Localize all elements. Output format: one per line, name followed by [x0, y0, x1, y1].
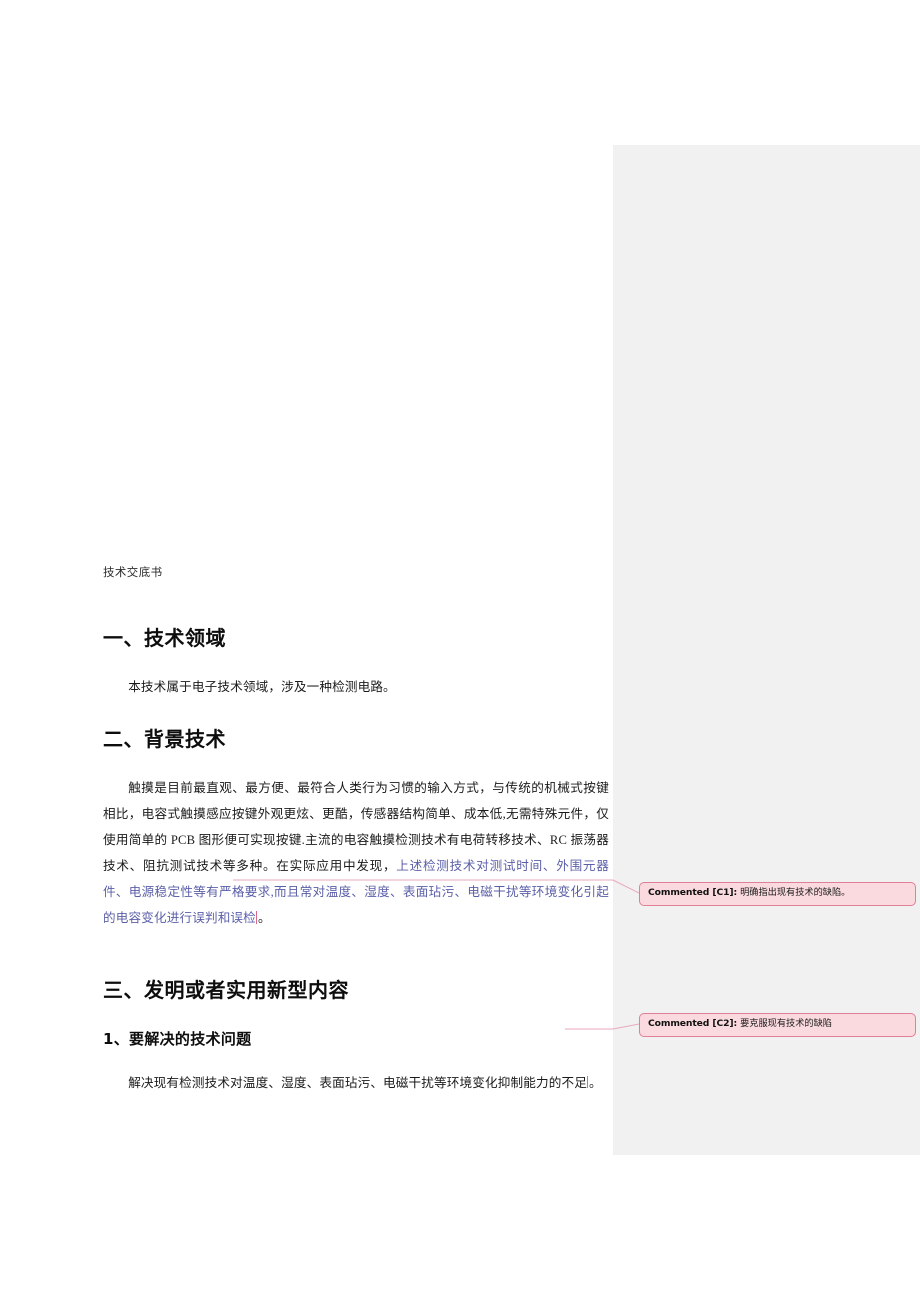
- heading-technical-field: 一、技术领域: [103, 626, 226, 651]
- document-page: 技术交底书 一、技术领域 本技术属于电子技术领域，涉及一种检测电路。 二、背景技…: [0, 0, 920, 1302]
- paragraph-problem-tail: 。: [588, 1075, 602, 1090]
- comment-label-c2: Commented [C2]:: [648, 1018, 738, 1029]
- heading-background-art: 二、背景技术: [103, 727, 226, 752]
- comment-text-c2: 要克服现有技术的缺陷: [740, 1018, 832, 1029]
- comment-label-c1: Commented [C1]:: [648, 887, 738, 898]
- comment-text-c1: 明确指出现有技术的缺陷。: [740, 887, 851, 898]
- paragraph-problem-text: 解决现有检测技术对温度、湿度、表面玷污、电磁干扰等环境变化抑制能力的不足: [128, 1075, 587, 1090]
- document-subtitle: 技术交底书: [103, 567, 163, 579]
- paragraph-technical-field: 本技术属于电子技术领域，涉及一种检测电路。: [128, 680, 396, 695]
- comment-callout-c1[interactable]: Commented [C1]: 明确指出现有技术的缺陷。: [639, 882, 916, 906]
- comment-review-pane: [613, 145, 920, 1155]
- comment-callout-c2[interactable]: Commented [C2]: 要克服现有技术的缺陷: [639, 1013, 916, 1037]
- paragraph-background-tail: 。: [257, 910, 271, 925]
- document-text-column: 技术交底书 一、技术领域 本技术属于电子技术领域，涉及一种检测电路。 二、背景技…: [0, 0, 613, 1302]
- paragraph-problem-to-solve: 解决现有检测技术对温度、湿度、表面玷污、电磁干扰等环境变化抑制能力的不足。: [103, 1071, 609, 1097]
- heading-invention-content: 三、发明或者实用新型内容: [103, 977, 349, 1002]
- subheading-problem-to-solve: 1、要解决的技术问题: [103, 1029, 252, 1048]
- paragraph-background-art: 触摸是目前最直观、最方便、最符合人类行为习惯的输入方式，与传统的机械式按键相比，…: [103, 776, 609, 932]
